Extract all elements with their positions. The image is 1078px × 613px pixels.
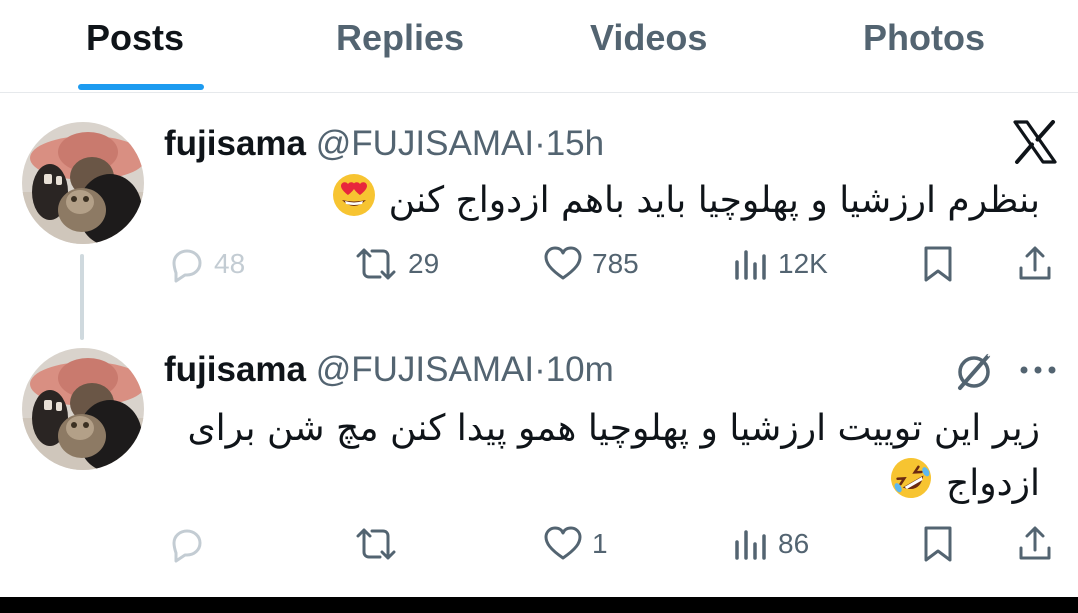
tweet-text-content: ازدواج — [945, 463, 1040, 504]
profile-tabs: Posts Replies Videos Photos — [0, 0, 1078, 93]
views-button[interactable]: 12K — [732, 244, 828, 284]
analytics-icon — [735, 530, 766, 560]
views-button[interactable]: 86 — [732, 524, 809, 564]
user-handle[interactable]: @FUJISAMAI — [316, 124, 534, 163]
tweet-text: بنظرم ارزشیا و پهلوچیا باید باهم ازدواج … — [320, 172, 1040, 232]
separator-dot: · — [534, 124, 546, 163]
like-count: 785 — [592, 248, 639, 279]
rofl-emoji — [887, 454, 935, 516]
heart-icon — [544, 246, 582, 280]
reply-count: 48 — [214, 248, 246, 279]
avatar[interactable] — [22, 348, 144, 470]
share-icon — [1019, 526, 1051, 560]
tab-videos[interactable]: Videos — [590, 14, 707, 62]
like-button[interactable]: 785 — [542, 244, 639, 284]
bookmark-button[interactable] — [920, 524, 956, 564]
x-logo-icon[interactable] — [1012, 120, 1058, 164]
repost-button[interactable]: 29 — [352, 244, 439, 284]
reply-button[interactable] — [166, 524, 214, 564]
repost-count: 29 — [408, 248, 440, 279]
share-button[interactable] — [1016, 524, 1054, 564]
active-tab-indicator — [78, 84, 204, 90]
view-count: 86 — [778, 528, 810, 559]
separator-dot: · — [534, 350, 546, 389]
avatar[interactable] — [22, 122, 144, 244]
share-icon — [1019, 246, 1051, 280]
repost-icon — [356, 248, 396, 280]
tweet-text: زیر این توییت ارزشیا و پهلوچیا همو پیدا … — [160, 404, 1040, 516]
tweet-text-content: بنظرم ارزشیا و پهلوچیا باید باهم ازدواج … — [388, 180, 1040, 221]
tweet-header: fujisama @FUJISAMAI·15h — [164, 122, 604, 166]
bookmark-icon — [924, 246, 952, 282]
timestamp[interactable]: 10m — [546, 350, 614, 389]
like-count: 1 — [592, 528, 608, 559]
analytics-icon — [735, 250, 766, 280]
repost-button[interactable] — [352, 524, 408, 564]
heart-icon — [544, 526, 582, 560]
share-button[interactable] — [1016, 244, 1054, 284]
bookmark-icon — [924, 526, 952, 562]
tab-replies[interactable]: Replies — [336, 14, 464, 62]
bookmark-button[interactable] — [920, 244, 956, 284]
display-name[interactable]: fujisama — [164, 350, 306, 389]
tweet-text-line: زیر این توییت ارزشیا و پهلوچیا همو پیدا … — [187, 408, 1040, 449]
reply-icon — [172, 249, 202, 283]
display-name[interactable]: fujisama — [164, 124, 306, 163]
reply-icon — [172, 529, 202, 563]
more-icon[interactable] — [1016, 358, 1060, 382]
bottom-edge-bar — [0, 597, 1078, 613]
user-handle[interactable]: @FUJISAMAI — [316, 350, 534, 389]
thread-connector-line — [80, 254, 84, 340]
grok-icon[interactable] — [952, 350, 996, 394]
view-count: 12K — [778, 248, 828, 279]
heart-eyes-emoji — [331, 172, 377, 232]
reply-button[interactable]: 48 — [166, 244, 245, 284]
like-button[interactable]: 1 — [542, 524, 608, 564]
tweet-header: fujisama @FUJISAMAI·10m — [164, 348, 614, 392]
repost-icon — [356, 528, 396, 560]
timestamp[interactable]: 15h — [546, 124, 604, 163]
tab-photos[interactable]: Photos — [863, 14, 985, 62]
tab-posts[interactable]: Posts — [86, 14, 184, 62]
tweet-text-line-2: ازدواج — [160, 454, 1040, 516]
